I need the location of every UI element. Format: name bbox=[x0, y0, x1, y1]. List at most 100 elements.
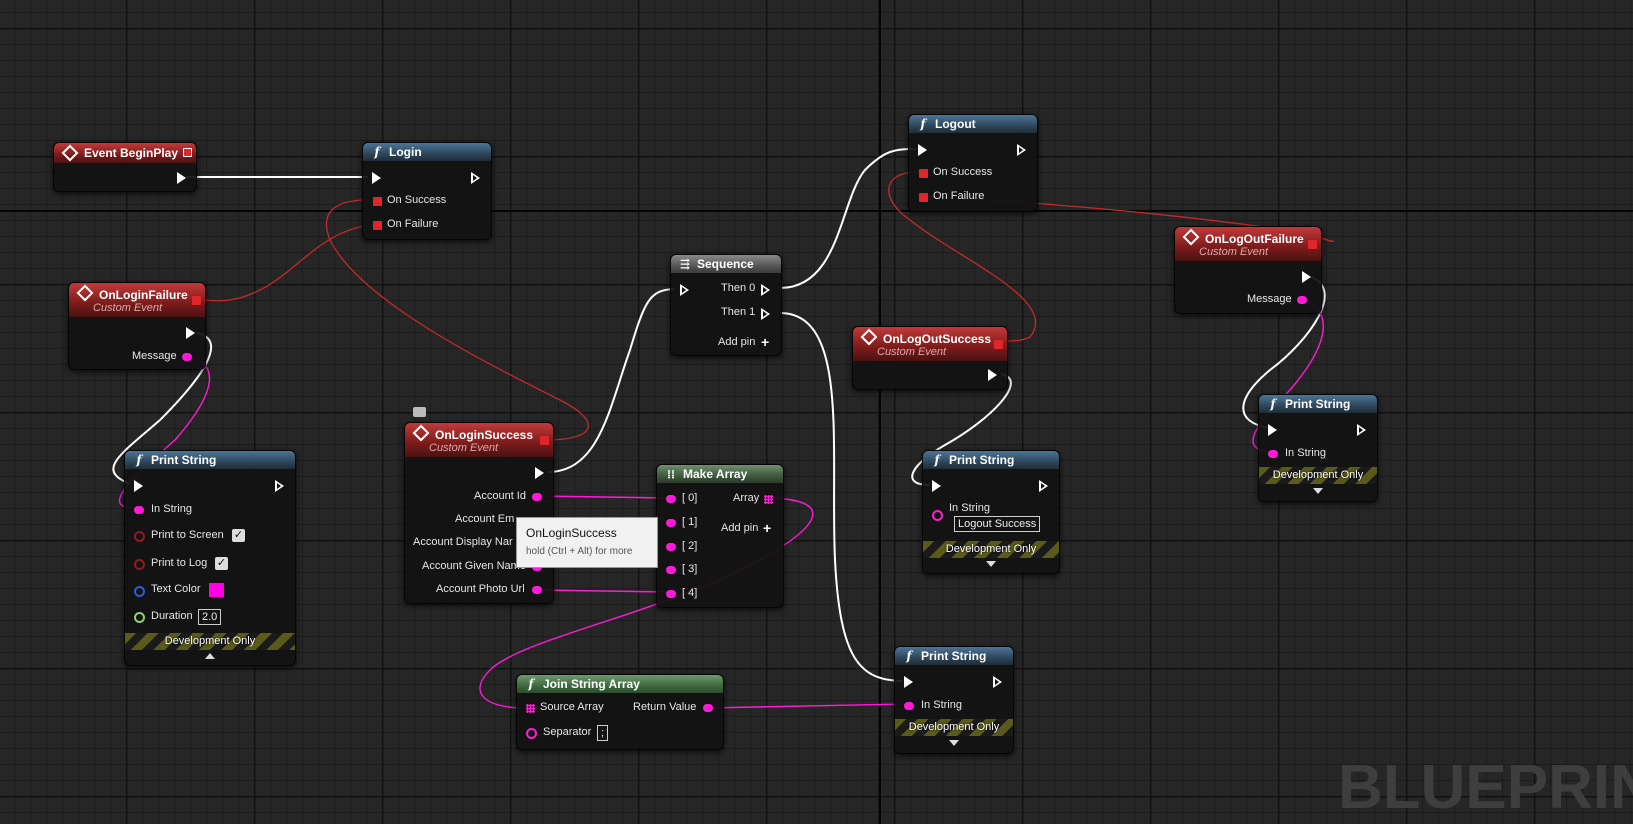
message-pin[interactable] bbox=[1297, 296, 1307, 304]
on-failure-pin[interactable] bbox=[373, 221, 382, 230]
print-to-log-pin[interactable] bbox=[134, 559, 145, 570]
pin-label-account-email: Account Em bbox=[455, 513, 515, 525]
expand-arrow-icon[interactable] bbox=[986, 561, 996, 567]
add-pin-plus-icon[interactable]: + bbox=[761, 335, 769, 349]
print-to-screen-checkbox[interactable]: ✓ bbox=[232, 529, 245, 542]
exec-out-pin[interactable] bbox=[471, 172, 483, 184]
node-on-logout-success[interactable]: OnLogOutSuccess Custom Event bbox=[852, 326, 1008, 390]
in-string-input[interactable]: Logout Success bbox=[954, 516, 1041, 532]
separator-input[interactable]: ; bbox=[597, 725, 609, 741]
text-color-swatch[interactable] bbox=[209, 583, 224, 597]
array-input-3-pin[interactable] bbox=[666, 566, 676, 574]
node-join-string-array[interactable]: f Join String Array Source Array Return V… bbox=[516, 674, 724, 750]
node-print-string-1[interactable]: f Print String In String Print to Screen … bbox=[124, 450, 296, 666]
print-to-log-checkbox[interactable]: ✓ bbox=[215, 557, 228, 570]
then-1-label: Then 1 bbox=[721, 306, 756, 318]
exec-out-pin[interactable] bbox=[177, 172, 189, 184]
array-input-4-pin[interactable] bbox=[666, 590, 676, 598]
exec-in-pin[interactable] bbox=[372, 172, 384, 184]
exec-out-pin[interactable] bbox=[1017, 144, 1029, 156]
return-value-pin[interactable] bbox=[703, 704, 713, 712]
then-0-pin[interactable] bbox=[761, 284, 773, 296]
node-logout[interactable]: f Logout On Success On Failure bbox=[908, 114, 1038, 212]
node-print-string-4[interactable]: f Print String In String Development Only bbox=[1258, 394, 1378, 502]
then-1-pin[interactable] bbox=[761, 308, 773, 320]
in-string-pin[interactable] bbox=[904, 702, 914, 710]
event-icon bbox=[412, 424, 430, 441]
pin-label-account-photo-url: Account Photo Url bbox=[436, 583, 525, 595]
delegate-pin[interactable] bbox=[192, 296, 201, 305]
exec-out-pin[interactable] bbox=[186, 327, 198, 339]
node-sequence[interactable]: ⇶ Sequence Then 0 Then 1 Add pin + bbox=[670, 254, 782, 356]
collapse-arrow-icon[interactable] bbox=[205, 653, 215, 659]
print-to-screen-pin[interactable] bbox=[134, 531, 145, 542]
node-login[interactable]: f Login On Success On Failure bbox=[362, 142, 492, 240]
array-input-0-pin[interactable] bbox=[666, 495, 676, 503]
node-print-string-2[interactable]: f Print String In String Development Only bbox=[894, 646, 1014, 754]
exec-out-pin[interactable] bbox=[1039, 480, 1051, 492]
exec-out-pin[interactable] bbox=[275, 480, 287, 492]
exec-in-pin[interactable] bbox=[134, 480, 146, 492]
in-string-label: In String bbox=[949, 502, 990, 514]
node-title: Logout bbox=[935, 117, 976, 131]
in-string-pin[interactable] bbox=[1268, 450, 1278, 458]
account-id-pin[interactable] bbox=[532, 493, 542, 501]
delegate-pin[interactable] bbox=[540, 436, 549, 445]
function-icon: f bbox=[1270, 397, 1276, 411]
exec-out-pin[interactable] bbox=[1302, 271, 1314, 283]
delegate-pin[interactable] bbox=[994, 340, 1003, 349]
node-on-login-failure[interactable]: OnLoginFailure Custom Event Message bbox=[68, 282, 206, 370]
node-title: Sequence bbox=[697, 257, 754, 271]
exec-in-pin[interactable] bbox=[904, 676, 916, 688]
node-event-beginplay[interactable]: Event BeginPlay bbox=[53, 142, 197, 192]
duration-input[interactable]: 2.0 bbox=[198, 609, 222, 625]
blueprint-graph-canvas[interactable]: Event BeginPlay f Login On Success On Fai… bbox=[0, 0, 1633, 824]
message-pin[interactable] bbox=[182, 353, 192, 361]
text-color-pin[interactable] bbox=[134, 586, 145, 597]
on-success-pin[interactable] bbox=[919, 169, 928, 178]
array-input-1-pin[interactable] bbox=[666, 519, 676, 527]
node-title: Make Array bbox=[683, 467, 748, 481]
add-pin-plus-icon[interactable]: + bbox=[763, 521, 771, 535]
delegate-pin[interactable] bbox=[183, 148, 192, 157]
source-array-pin[interactable] bbox=[526, 704, 535, 713]
add-pin-label[interactable]: Add pin bbox=[721, 522, 758, 534]
add-pin-label[interactable]: Add pin bbox=[718, 336, 755, 348]
exec-in-pin[interactable] bbox=[1268, 424, 1280, 436]
expand-arrow-icon[interactable] bbox=[1313, 488, 1323, 494]
node-header: f Logout bbox=[909, 115, 1037, 133]
exec-out-pin[interactable] bbox=[1357, 424, 1369, 436]
account-photo-url-pin[interactable] bbox=[532, 586, 542, 594]
node-tooltip: OnLoginSuccess hold (Ctrl + Alt) for mor… bbox=[516, 517, 658, 568]
duration-label: Duration bbox=[151, 610, 193, 622]
on-success-pin[interactable] bbox=[373, 197, 382, 206]
exec-in-pin[interactable] bbox=[680, 284, 692, 296]
delegate-pin[interactable] bbox=[1308, 240, 1317, 249]
separator-label: Separator bbox=[543, 726, 592, 738]
array-output-pin[interactable] bbox=[764, 495, 773, 504]
function-icon: f bbox=[906, 649, 912, 663]
event-icon bbox=[1182, 228, 1200, 245]
array-input-2-pin[interactable] bbox=[666, 543, 676, 551]
expand-arrow-icon[interactable] bbox=[949, 740, 959, 746]
exec-in-pin[interactable] bbox=[918, 144, 930, 156]
node-print-string-3[interactable]: f Print String In String Logout Success D… bbox=[922, 450, 1060, 574]
on-failure-pin[interactable] bbox=[919, 193, 928, 202]
tooltip-hint: hold (Ctrl + Alt) for more bbox=[526, 546, 633, 557]
node-on-logout-failure[interactable]: OnLogOutFailure Custom Event Message bbox=[1174, 226, 1322, 314]
separator-pin[interactable] bbox=[526, 728, 537, 739]
node-on-login-success[interactable]: OnLoginSuccess Custom Event Account Id A… bbox=[404, 422, 554, 604]
exec-out-pin[interactable] bbox=[535, 467, 547, 479]
in-string-pin[interactable] bbox=[134, 506, 144, 514]
exec-out-pin[interactable] bbox=[993, 676, 1005, 688]
function-icon: f bbox=[934, 453, 940, 467]
exec-out-pin[interactable] bbox=[988, 369, 1000, 381]
in-string-label: In String bbox=[151, 503, 192, 515]
array-input-2-label: [ 2] bbox=[682, 540, 698, 552]
comment-bubble-icon[interactable] bbox=[413, 407, 426, 417]
duration-pin[interactable] bbox=[134, 612, 145, 623]
node-make-array[interactable]: ⁞⁞ Make Array [ 0] [ 1] [ 2] [ 3] [ 4] Ar… bbox=[656, 464, 784, 608]
message-label: Message bbox=[1247, 293, 1292, 305]
exec-in-pin[interactable] bbox=[932, 480, 944, 492]
in-string-pin[interactable] bbox=[932, 510, 943, 521]
